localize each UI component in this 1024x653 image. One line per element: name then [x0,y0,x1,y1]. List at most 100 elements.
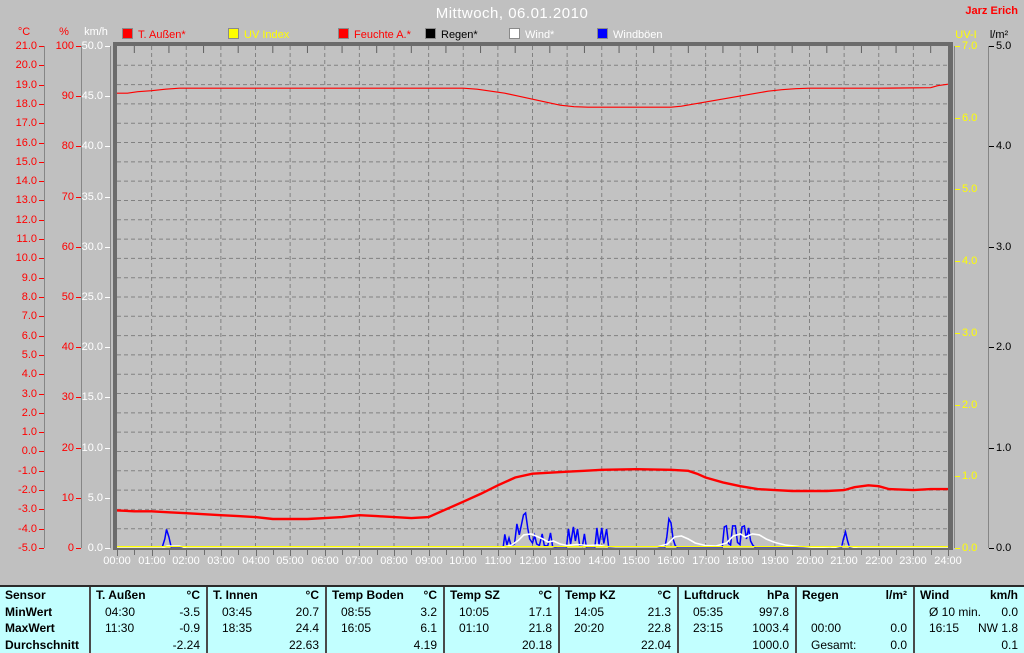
axis-line-uv [954,46,955,548]
axis-ticklabel-wind: 5.0 [87,492,103,504]
value-time: 18:35 [222,621,253,635]
axis-ticklabel-temp: 21.0 [15,40,37,52]
time-tick [152,550,153,556]
table-value-row: Ø 10 min. 0.0 [915,604,1024,621]
axis-tick-temp [39,374,44,375]
axis-ticklabel-temp: 15.0 [15,156,37,168]
axis-ticklabel-temp: -1.0 [18,465,37,477]
axis-ticklabel-temp: 2.0 [21,407,37,419]
time-tick [723,550,724,555]
sensor-name: Wind [920,588,950,602]
axis-tick-temp [39,509,44,510]
table-value-row: -2.24 [91,637,206,653]
sensor-unit: °C [186,588,200,602]
table-value-row: 1000.0 [679,637,795,653]
table-value-row: Gesamt: 0.0 [797,637,913,653]
table-value-row: 01:10 21.8 [445,620,558,637]
table-column-header: T. Innen °C [208,587,325,604]
axis-ticklabel-temp: 12.0 [15,214,37,226]
axis-ticklabel-temp: 17.0 [15,117,37,129]
value-time: 10:05 [459,604,490,619]
value-time: 16:15 [929,621,960,635]
axis-tick-wind [105,347,110,348]
value-number: 0.1 [1001,637,1018,652]
value-time: 03:45 [222,604,253,619]
value-number: 22.04 [640,637,671,652]
time-tick [619,550,620,555]
axis-tick-wind [105,46,110,47]
time-tick [169,550,170,555]
value-time: 08:55 [341,604,372,619]
axis-ticklabel-temp: 11.0 [16,233,37,245]
axis-tick-temp [39,104,44,105]
value-number: 24.4 [295,621,319,635]
axis-tick-wind [105,548,110,549]
value-number: 0.0 [890,637,907,652]
time-tick [879,550,880,556]
time-tick [290,550,291,556]
axis-ticklabel-wind: 50.0 [81,40,103,52]
sensor-unit: °C [423,588,437,602]
axis-tick-temp [39,239,44,240]
legend-label: Wind* [525,29,555,41]
time-tick [948,550,949,556]
table-column-tempboden: Temp Boden °C 08:55 3.2 16:05 6.1 4.19 [325,587,443,653]
legend-item-tauen: T. Außen* [122,28,186,42]
legend-label: T. Außen* [138,29,186,41]
time-tick [238,550,239,555]
axis-ticklabel-temp: -4.0 [18,523,37,535]
value-number: 20.18 [521,637,552,652]
value-number: -0.9 [179,621,200,635]
time-tick [221,550,222,556]
axis-tick-temp [39,432,44,433]
axis-ticklabel-temp: 9.0 [21,272,37,284]
value-time [560,637,574,653]
axis-tick-wind [105,448,110,449]
value-time: 11:30 [105,621,135,635]
legend-item-uvindex: UV Index [228,28,289,42]
value-number: 0.0 [1001,604,1018,619]
table-row-label: MaxWert [5,621,55,635]
axis-line-rain [988,46,989,548]
time-tick [256,550,257,556]
time-tick [325,550,326,556]
axis-tick-uv [955,333,960,334]
sensor-name: Temp SZ [450,588,500,602]
value-number: 17.1 [528,604,552,619]
sensor-summary-table: Sensor MinWert MaxWert Durchschnitt T. Außen… [0,585,1024,653]
legend-label: Feuchte A.* [354,29,411,41]
axis-ticklabel-temp: 20.0 [15,59,37,71]
table-column-tempkz: Temp KZ °C 14:05 21.3 20:20 22.8 22.04 [558,587,677,653]
value-time: 14:05 [574,604,605,619]
time-tick [186,550,187,556]
value-time [445,637,459,653]
time-tick [654,550,655,555]
legend-swatch-icon [338,28,349,39]
time-tick [931,550,932,555]
axis-ticklabel-wind: 0.0 [87,542,103,554]
time-tick [342,550,343,555]
time-tick [567,550,568,556]
table-column-tauen: T. Außen °C 04:30 -3.5 11:30 -0.9 -2.24 [89,587,206,653]
axis-line-wind [110,46,111,548]
value-number: -3.5 [179,604,200,619]
value-time: 05:35 [693,604,724,619]
table-row-label: Durchschnitt [5,637,80,652]
sensor-unit: hPa [766,588,789,602]
time-tick [411,550,412,555]
weather-station-daily-view: Mittwoch, 06.01.2010 Jarz Erich T. Außen… [0,0,1024,653]
sensor-name: T. Außen [96,588,146,602]
axis-tick-rain [989,247,994,248]
legend-item-regen: Regen* [425,28,478,42]
table-value-row: 20:20 22.8 [560,620,677,637]
axis-ticklabel-temp: 7.0 [21,310,37,322]
value-time [91,637,105,653]
axis-ticklabel-uv: 7.0 [962,40,978,52]
axis-tick-wind [105,146,110,147]
page-title: Mittwoch, 06.01.2010 [435,5,589,22]
axis-unit-wind: km/h [84,26,108,38]
table-value-row: 16:15 NW 1.8 [915,620,1024,637]
time-tick [636,550,637,556]
axis-ticklabel-uv: 1.0 [962,470,978,482]
time-label: 24:00 [934,555,962,567]
